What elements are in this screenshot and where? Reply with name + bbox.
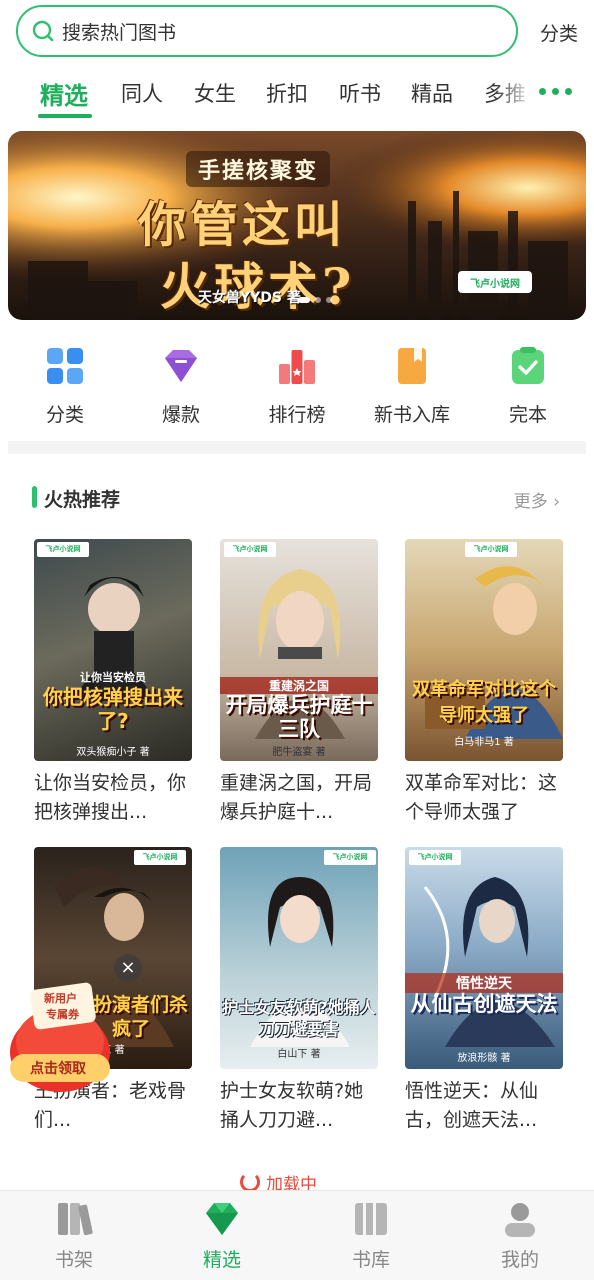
nav-bookshelf[interactable]: 书架 bbox=[19, 1199, 129, 1272]
banner-title-line2: 火球术? bbox=[160, 257, 356, 316]
nav-label: 我的 bbox=[500, 1249, 539, 1271]
coupon-close-icon[interactable]: × bbox=[114, 954, 142, 982]
cover-logo: 飞卢小说网 bbox=[409, 850, 461, 865]
banner-title-line1: 你管这叫 bbox=[138, 197, 347, 253]
quick-entry-label: 排行榜 bbox=[268, 404, 326, 426]
quick-entries: 分类 爆款 排行榜 新书入库 完本 bbox=[0, 346, 594, 426]
banner-subtitle: 手搓核聚变 bbox=[186, 151, 331, 187]
book-cover: 飞卢小说网 护士女友软萌?她捅人刀刀避要害 白山下 著 bbox=[220, 847, 378, 1069]
profile-icon bbox=[505, 1203, 535, 1237]
spinner-icon bbox=[240, 1172, 260, 1192]
section-divider bbox=[8, 441, 586, 454]
coupon-line1: 新用户 bbox=[44, 992, 77, 1005]
book-card[interactable]: 飞卢小说网 护士女友软萌?她捅人刀刀避要害 白山下 著 护士女友软萌?她捅人刀刀… bbox=[220, 847, 378, 1135]
completed-icon bbox=[512, 347, 544, 384]
quick-entry-category[interactable]: 分类 bbox=[10, 346, 120, 427]
nav-library[interactable]: 书库 bbox=[316, 1199, 426, 1272]
search-row: 搜索热门图书 分类 bbox=[16, 5, 578, 57]
nav-label: 精选 bbox=[202, 1249, 241, 1271]
tab-fanfic[interactable]: 同人 bbox=[121, 78, 163, 108]
cover-author: 白山下 著 bbox=[277, 1049, 321, 1060]
quick-entry-ranking[interactable]: 排行榜 bbox=[242, 346, 352, 427]
book-card[interactable]: 飞卢小说网 重建涡之国 开局爆兵护庭十三队 肥牛盗宴 著 重建涡之国，开局爆兵护… bbox=[220, 539, 378, 827]
new-user-coupon[interactable]: 新用户 专属券 点击领取 bbox=[6, 982, 114, 1094]
section-title: 火热推荐 bbox=[44, 489, 121, 511]
cover-author: 白马非马1 著 bbox=[454, 737, 514, 748]
book-cover: 飞卢小说网 双革命军对比这个导师太强了 白马非马1 著 bbox=[405, 539, 563, 761]
more-label: 更多 bbox=[513, 492, 548, 512]
banner-author: 天女兽YYDS 著 bbox=[198, 290, 301, 306]
cover-subtitle: 悟性逆天 bbox=[405, 973, 563, 993]
coupon-line2: 专属券 bbox=[46, 1008, 79, 1021]
library-icon bbox=[355, 1203, 387, 1235]
book-title: 重建涡之国，开局爆兵护庭十... bbox=[220, 772, 373, 823]
more-tabs-icon[interactable] bbox=[539, 88, 572, 95]
tab-discount[interactable]: 折扣 bbox=[266, 78, 308, 108]
tab-premium[interactable]: 精品 bbox=[411, 78, 453, 108]
quick-entry-hot[interactable]: 爆款 bbox=[126, 346, 236, 427]
book-title: 悟性逆天：从仙古，创遮天法... bbox=[405, 1080, 539, 1131]
tab-selected[interactable]: 精选 bbox=[40, 76, 88, 111]
promo-banner[interactable]: 手搓核聚变 你管这叫 火球术? 天女兽YYDS 著 飞卢小说网 bbox=[8, 131, 586, 320]
book-cover: 飞卢小说网 让你当安检员 你把核弹搜出来了? 双头猴痴小子 著 bbox=[34, 539, 192, 761]
book-title: 护士女友软萌?她捅人刀刀避... bbox=[220, 1080, 364, 1131]
section-accent-bar bbox=[32, 486, 37, 508]
category-link[interactable]: 分类 bbox=[540, 19, 578, 46]
quick-entry-label: 新书入库 bbox=[373, 404, 450, 426]
chevron-right-icon: › bbox=[553, 492, 560, 512]
book-card[interactable]: 飞卢小说网 让你当安检员 你把核弹搜出来了? 双头猴痴小子 著 让你当安检员，你… bbox=[34, 539, 192, 827]
cover-title: 你把核弹搜出来了? bbox=[43, 685, 183, 733]
book-cover: 飞卢小说网 悟性逆天 从仙古创遮天法 放浪形骸 著 bbox=[405, 847, 563, 1069]
quick-entry-label: 爆款 bbox=[161, 404, 200, 426]
cover-title: 从仙古创遮天法 bbox=[410, 992, 558, 1016]
banner-pager bbox=[298, 297, 332, 303]
cover-logo: 飞卢小说网 bbox=[134, 850, 186, 865]
banner-logo: 飞卢小说网 bbox=[458, 271, 532, 293]
quick-entry-label: 分类 bbox=[45, 404, 84, 426]
coupon-button[interactable]: 点击领取 bbox=[30, 1058, 86, 1078]
tab-female[interactable]: 女生 bbox=[194, 78, 236, 108]
cover-logo: 飞卢小说网 bbox=[324, 850, 376, 865]
loading-indicator: 加载中 bbox=[240, 1172, 350, 1195]
book-card[interactable]: 飞卢小说网 双革命军对比这个导师太强了 白马非马1 著 双革命军对比：这个导师太… bbox=[405, 539, 563, 827]
quick-entry-completed[interactable]: 完本 bbox=[473, 346, 583, 427]
channel-tabs: 精选 同人 女生 折扣 听书 精品 多推 bbox=[0, 70, 594, 120]
cover-logo: 飞卢小说网 bbox=[465, 542, 517, 557]
search-placeholder: 搜索热门图书 bbox=[62, 21, 177, 44]
nav-profile[interactable]: 我的 bbox=[465, 1199, 575, 1272]
tab-indicator bbox=[38, 114, 92, 118]
cover-logo: 飞卢小说网 bbox=[37, 542, 89, 557]
nav-label: 书库 bbox=[351, 1249, 390, 1271]
cover-author: 肥牛盗宴 著 bbox=[272, 747, 326, 758]
search-input[interactable]: 搜索热门图书 bbox=[16, 5, 518, 57]
new-book-icon bbox=[398, 348, 426, 384]
bottom-nav: 书架 精选 书库 我的 bbox=[0, 1190, 594, 1280]
search-icon bbox=[32, 20, 54, 42]
tab-audiobook[interactable]: 听书 bbox=[339, 78, 381, 108]
section-more-link[interactable]: 更多 › bbox=[514, 487, 560, 512]
gem-icon bbox=[165, 350, 197, 382]
nav-selected[interactable]: 精选 bbox=[167, 1199, 277, 1272]
diamond-icon bbox=[206, 1203, 238, 1235]
bookshelf-icon bbox=[58, 1203, 93, 1236]
cover-author: 双头猴痴小子 著 bbox=[76, 747, 150, 758]
nav-label: 书架 bbox=[54, 1249, 93, 1271]
cover-title: 开局爆兵护庭十三队 bbox=[225, 693, 373, 741]
cover-title: 护士女友软萌?她捅人刀刀避要害 bbox=[222, 998, 376, 1039]
tab-fade bbox=[494, 70, 534, 120]
cover-logo: 飞卢小说网 bbox=[224, 542, 276, 557]
book-card[interactable]: 飞卢小说网 悟性逆天 从仙古创遮天法 放浪形骸 著 悟性逆天：从仙古，创遮天法.… bbox=[405, 847, 563, 1135]
cover-author: 放浪形骸 著 bbox=[457, 1053, 511, 1064]
quick-entry-label: 完本 bbox=[508, 404, 547, 426]
book-title: 让你当安检员，你把核弹搜出... bbox=[34, 772, 187, 823]
book-title: 双革命军对比：这个导师太强了 bbox=[405, 772, 558, 823]
quick-entry-new-books[interactable]: 新书入库 bbox=[357, 346, 467, 427]
ranking-icon bbox=[279, 350, 315, 384]
cover-subtitle: 重建涡之国 bbox=[220, 677, 378, 694]
book-cover: 飞卢小说网 重建涡之国 开局爆兵护庭十三队 肥牛盗宴 著 bbox=[220, 539, 378, 761]
cover-subtitle: 让你当安检员 bbox=[80, 671, 146, 684]
grid-icon bbox=[47, 348, 83, 384]
cover-title: 双革命军对比这个导师太强了 bbox=[412, 679, 556, 726]
